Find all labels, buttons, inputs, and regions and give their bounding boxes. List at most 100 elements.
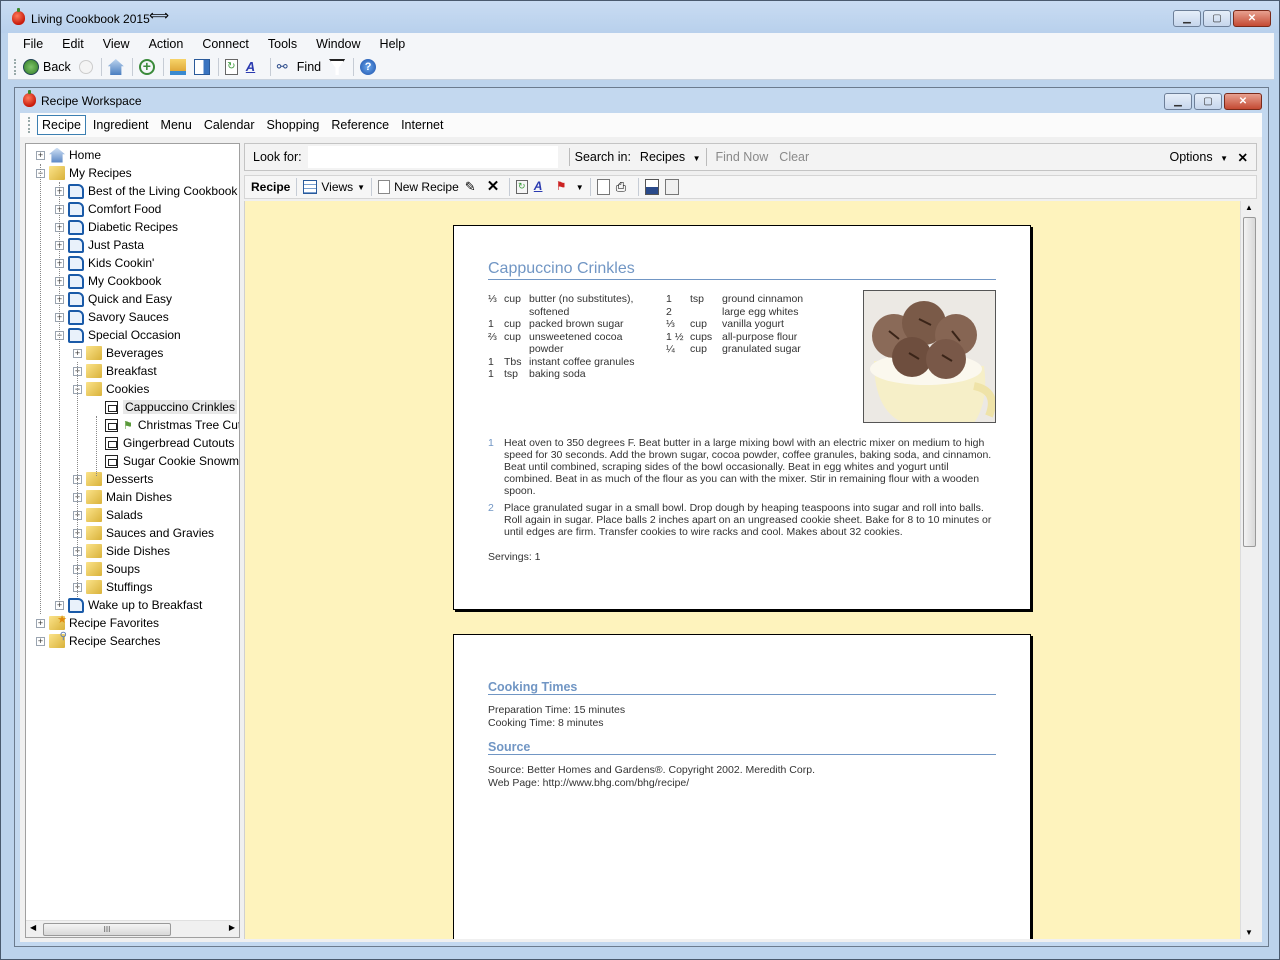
- tree-item[interactable]: + Soups: [73, 560, 140, 578]
- menu-action[interactable]: Action: [149, 37, 184, 51]
- export-button[interactable]: [644, 179, 659, 195]
- menu-edit[interactable]: Edit: [62, 37, 84, 51]
- viewer-vertical-scrollbar[interactable]: ▲ ▼: [1240, 201, 1257, 939]
- nav-grip[interactable]: [28, 117, 31, 133]
- scroll-up-icon[interactable]: ▲: [1245, 203, 1253, 212]
- print-preview-button[interactable]: [596, 179, 610, 195]
- find-label: Find: [296, 60, 322, 74]
- tree-item[interactable]: + Beverages: [73, 344, 163, 362]
- tree-item[interactable]: − My Recipes: [36, 164, 132, 182]
- scroll-left-icon[interactable]: ◀: [30, 923, 36, 932]
- tree-item[interactable]: − Cookies: [73, 380, 149, 398]
- recipe-toolbar: Recipe Views ▼ New Recipe ✎ ✕ ↻ A ⚑ ▼ ⎙: [244, 175, 1257, 199]
- expand-icon[interactable]: +: [36, 636, 45, 646]
- close-button[interactable]: ✕: [1233, 10, 1271, 27]
- menu-view[interactable]: View: [103, 37, 130, 51]
- workspace-minimize-button[interactable]: ▁: [1164, 93, 1192, 110]
- tab-reference[interactable]: Reference: [326, 115, 394, 135]
- menu-connect[interactable]: Connect: [202, 37, 249, 51]
- tree-item[interactable]: + Sauces and Gravies: [73, 524, 214, 542]
- filter-button[interactable]: [329, 59, 346, 75]
- tree-item[interactable]: + Comfort Food: [55, 200, 161, 218]
- tree-item[interactable]: + Kids Cookin': [55, 254, 154, 272]
- scroll-right-icon[interactable]: ▶: [229, 923, 235, 932]
- layout-button[interactable]: [193, 59, 210, 75]
- tree-item[interactable]: + Breakfast: [73, 362, 157, 380]
- tree-item[interactable]: ⚑ Christmas Tree Cutouts: [92, 416, 239, 434]
- add-button[interactable]: +: [138, 59, 155, 75]
- find-button[interactable]: ⚯ Find: [277, 59, 321, 75]
- title-bar[interactable]: Living Cookbook 2015 ⟺ ▁ ▢ ✕: [1, 1, 1279, 33]
- menu-tools[interactable]: Tools: [268, 37, 297, 51]
- scroll-down-icon[interactable]: ▼: [1245, 928, 1253, 937]
- print-button[interactable]: ⎙: [616, 179, 632, 195]
- tree-item[interactable]: Cappuccino Crinkles: [92, 398, 238, 416]
- tree-item[interactable]: + My Cookbook: [55, 272, 161, 290]
- look-for-input[interactable]: [307, 146, 558, 168]
- font-button[interactable]: A: [534, 179, 550, 195]
- tree-item[interactable]: + Stuffings: [73, 578, 152, 596]
- tree-item[interactable]: + Home: [36, 146, 101, 164]
- tree-item[interactable]: + Salads: [73, 506, 143, 524]
- refresh-button[interactable]: ↻: [224, 59, 238, 75]
- back-button[interactable]: Back: [23, 59, 71, 75]
- tree-item[interactable]: Gingerbread Cutouts: [92, 434, 234, 452]
- tree-item[interactable]: + Quick and Easy: [55, 290, 172, 308]
- tree-item[interactable]: + Side Dishes: [73, 542, 170, 560]
- refresh-button[interactable]: ↻: [515, 180, 528, 194]
- tree-item[interactable]: + Main Dishes: [73, 488, 172, 506]
- views-button[interactable]: Views ▼: [303, 180, 365, 194]
- tree-item[interactable]: + Wake up to Breakfast: [55, 596, 202, 614]
- back-label: Back: [43, 60, 71, 74]
- delete-recipe-button[interactable]: ✕: [487, 179, 503, 195]
- ingredient-name: all-purpose flour: [722, 330, 798, 343]
- tab-internet[interactable]: Internet: [396, 115, 448, 135]
- menu-window[interactable]: Window: [316, 37, 360, 51]
- close-search-icon[interactable]: ✕: [1238, 150, 1248, 165]
- tab-ingredient[interactable]: Ingredient: [88, 115, 154, 135]
- tree-scroll-thumb[interactable]: III: [43, 923, 171, 936]
- help-button[interactable]: ?: [360, 59, 377, 75]
- tab-shopping[interactable]: Shopping: [262, 115, 325, 135]
- tree-item[interactable]: + Diabetic Recipes: [55, 218, 178, 236]
- toolbar-separator: [269, 58, 271, 76]
- tree-item[interactable]: + ★ Recipe Favorites: [36, 614, 159, 632]
- tree-item[interactable]: + Savory Sauces: [55, 308, 169, 326]
- maximize-button[interactable]: ▢: [1203, 10, 1231, 27]
- tree-item[interactable]: + Desserts: [73, 470, 153, 488]
- chevron-down-icon: ▼: [357, 182, 366, 192]
- search-in-dropdown[interactable]: Recipes ▼: [640, 150, 701, 164]
- clear-button[interactable]: Clear: [779, 150, 809, 164]
- open-folder-button[interactable]: [169, 59, 186, 75]
- email-button[interactable]: [664, 179, 679, 195]
- new-recipe-button[interactable]: New Recipe: [378, 180, 459, 194]
- email-icon: [664, 179, 679, 195]
- menu-help[interactable]: Help: [380, 37, 406, 51]
- options-dropdown[interactable]: Options ▼: [1170, 150, 1229, 164]
- tab-recipe[interactable]: Recipe: [37, 115, 86, 135]
- minimize-button[interactable]: ▁: [1173, 10, 1201, 27]
- tab-calendar[interactable]: Calendar: [199, 115, 260, 135]
- viewer-scroll-thumb[interactable]: [1243, 217, 1256, 547]
- forward-button[interactable]: [78, 60, 93, 74]
- menu-file[interactable]: File: [23, 37, 43, 51]
- web-page-link[interactable]: Web Page: http://www.bhg.com/bhg/recipe/: [488, 777, 689, 790]
- tab-menu[interactable]: Menu: [156, 115, 197, 135]
- tree-item[interactable]: + Just Pasta: [55, 236, 144, 254]
- tree-horizontal-scrollbar[interactable]: ◀ III ▶: [26, 920, 239, 937]
- expand-icon[interactable]: +: [73, 348, 82, 358]
- tree-item[interactable]: + ⚲ Recipe Searches: [36, 631, 160, 650]
- find-now-button[interactable]: Find Now: [716, 150, 769, 164]
- tree-item[interactable]: + Best of the Living Cookbook: [55, 182, 237, 200]
- workspace-maximize-button[interactable]: ▢: [1194, 93, 1222, 110]
- toolbar-grip[interactable]: [14, 59, 17, 75]
- tree-item[interactable]: Sugar Cookie Snowmen: [92, 452, 239, 470]
- edit-recipe-button[interactable]: ✎: [465, 179, 481, 195]
- flag-dropdown[interactable]: ⚑ ▼: [556, 179, 584, 195]
- home-button[interactable]: [107, 59, 124, 75]
- font-button[interactable]: A: [246, 59, 262, 75]
- tree-item[interactable]: − Special Occasion: [55, 326, 181, 344]
- expand-icon[interactable]: +: [36, 618, 45, 628]
- workspace-close-button[interactable]: ✕: [1224, 93, 1262, 110]
- expand-icon[interactable]: +: [36, 150, 45, 160]
